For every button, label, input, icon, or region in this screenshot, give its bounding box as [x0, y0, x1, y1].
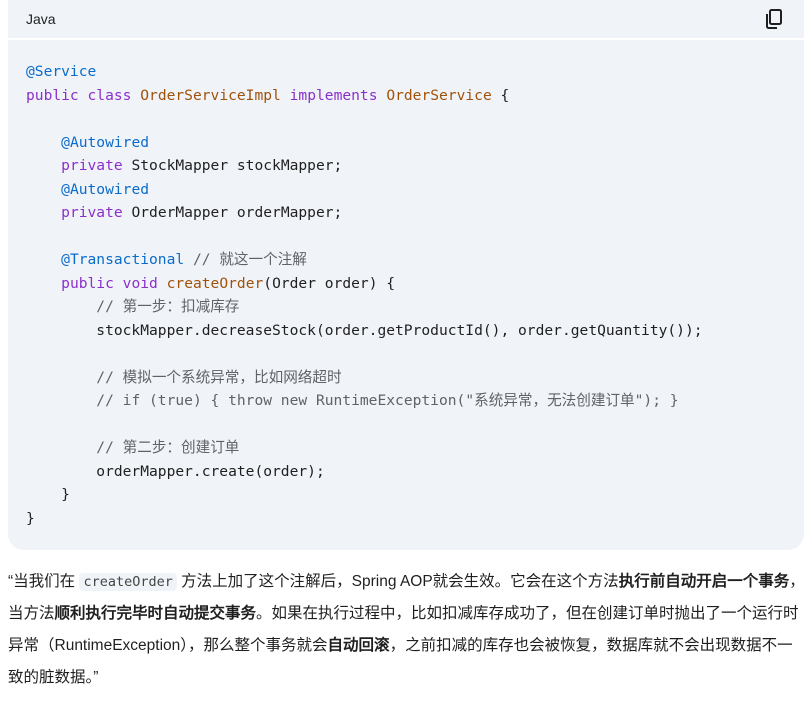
code-token: public	[26, 86, 79, 104]
code-token: (Order order) {	[263, 274, 396, 292]
code-block-header: Java	[8, 0, 804, 40]
bold-text: 顺利执行完毕时自动提交事务	[54, 605, 257, 622]
copy-icon	[766, 9, 782, 29]
code-line: public class OrderServiceImpl implements…	[26, 87, 509, 104]
paragraph-text: “当我们在	[8, 573, 80, 590]
code-line: @Transactional // 就这一个注解	[26, 251, 307, 268]
explanation-paragraph: “当我们在 createOrder 方法上加了这个注解后，Spring AOP就…	[8, 566, 808, 694]
paragraph-text: 方法上加了这个注解后，Spring AOP就会生效。它会在这个方法	[176, 573, 619, 590]
code-token: createOrder	[166, 274, 264, 292]
code-token: }	[26, 486, 70, 503]
code-line: @Service	[26, 63, 96, 80]
code-line: private StockMapper stockMapper;	[26, 157, 342, 174]
code-line: orderMapper.create(order);	[26, 462, 325, 480]
code-token: {	[491, 86, 510, 104]
code-line: }	[26, 510, 35, 527]
bold-text: 自动回滚	[327, 637, 390, 654]
code-token: OrderMapper orderMapper;	[122, 204, 343, 221]
code-line: }	[26, 486, 70, 503]
code-token: class	[87, 86, 132, 104]
code-token: // 模拟一个系统异常，比如网络超时	[96, 368, 342, 386]
code-token: StockMapper stockMapper;	[122, 157, 343, 174]
code-token: // 第二步：创建订单	[96, 439, 240, 456]
code-token: public	[61, 274, 114, 292]
code-line: @Autowired	[26, 181, 149, 198]
code-token: @Service	[26, 63, 97, 80]
code-content: @Service public class OrderServiceImpl i…	[8, 60, 703, 530]
code-line: // 第一步：扣减库存	[26, 298, 239, 315]
code-token: }	[26, 509, 35, 527]
code-line: // 第二步：创建订单	[26, 439, 239, 456]
code-block: Java @Service public class OrderServiceI…	[8, 0, 804, 550]
inline-code: createOrder	[79, 573, 177, 591]
code-token: // 第一步：扣减库存	[96, 298, 240, 315]
code-token: stockMapper.decreaseStock(order.getProdu…	[26, 321, 703, 339]
bold-text: 执行前自动开启一个事务	[618, 573, 790, 590]
copy-code-button[interactable]	[762, 7, 786, 31]
code-line: // 模拟一个系统异常，比如网络超时	[26, 368, 342, 386]
code-line: public void createOrder(Order order) {	[26, 275, 395, 292]
code-line: private OrderMapper orderMapper;	[26, 204, 342, 221]
code-line: stockMapper.decreaseStock(order.getProdu…	[26, 321, 703, 339]
code-language-label: Java	[26, 11, 56, 27]
code-token: @Autowired	[61, 133, 150, 151]
code-token: @Transactional	[61, 251, 185, 268]
code-line: @Autowired	[26, 134, 149, 151]
code-token: private	[61, 204, 123, 221]
code-token: @Autowired	[61, 180, 150, 198]
code-token: OrderService	[386, 86, 492, 104]
code-line: // if (true) { throw new RuntimeExceptio…	[26, 392, 679, 409]
code-token: private	[61, 157, 123, 174]
code-token: // if (true) { throw new RuntimeExceptio…	[96, 392, 679, 409]
code-token: implements	[289, 86, 378, 104]
code-token: OrderServiceImpl	[140, 86, 281, 104]
code-token: orderMapper.create(order);	[26, 462, 325, 480]
code-token: void	[122, 274, 158, 292]
code-token: // 就这一个注解	[192, 251, 307, 268]
